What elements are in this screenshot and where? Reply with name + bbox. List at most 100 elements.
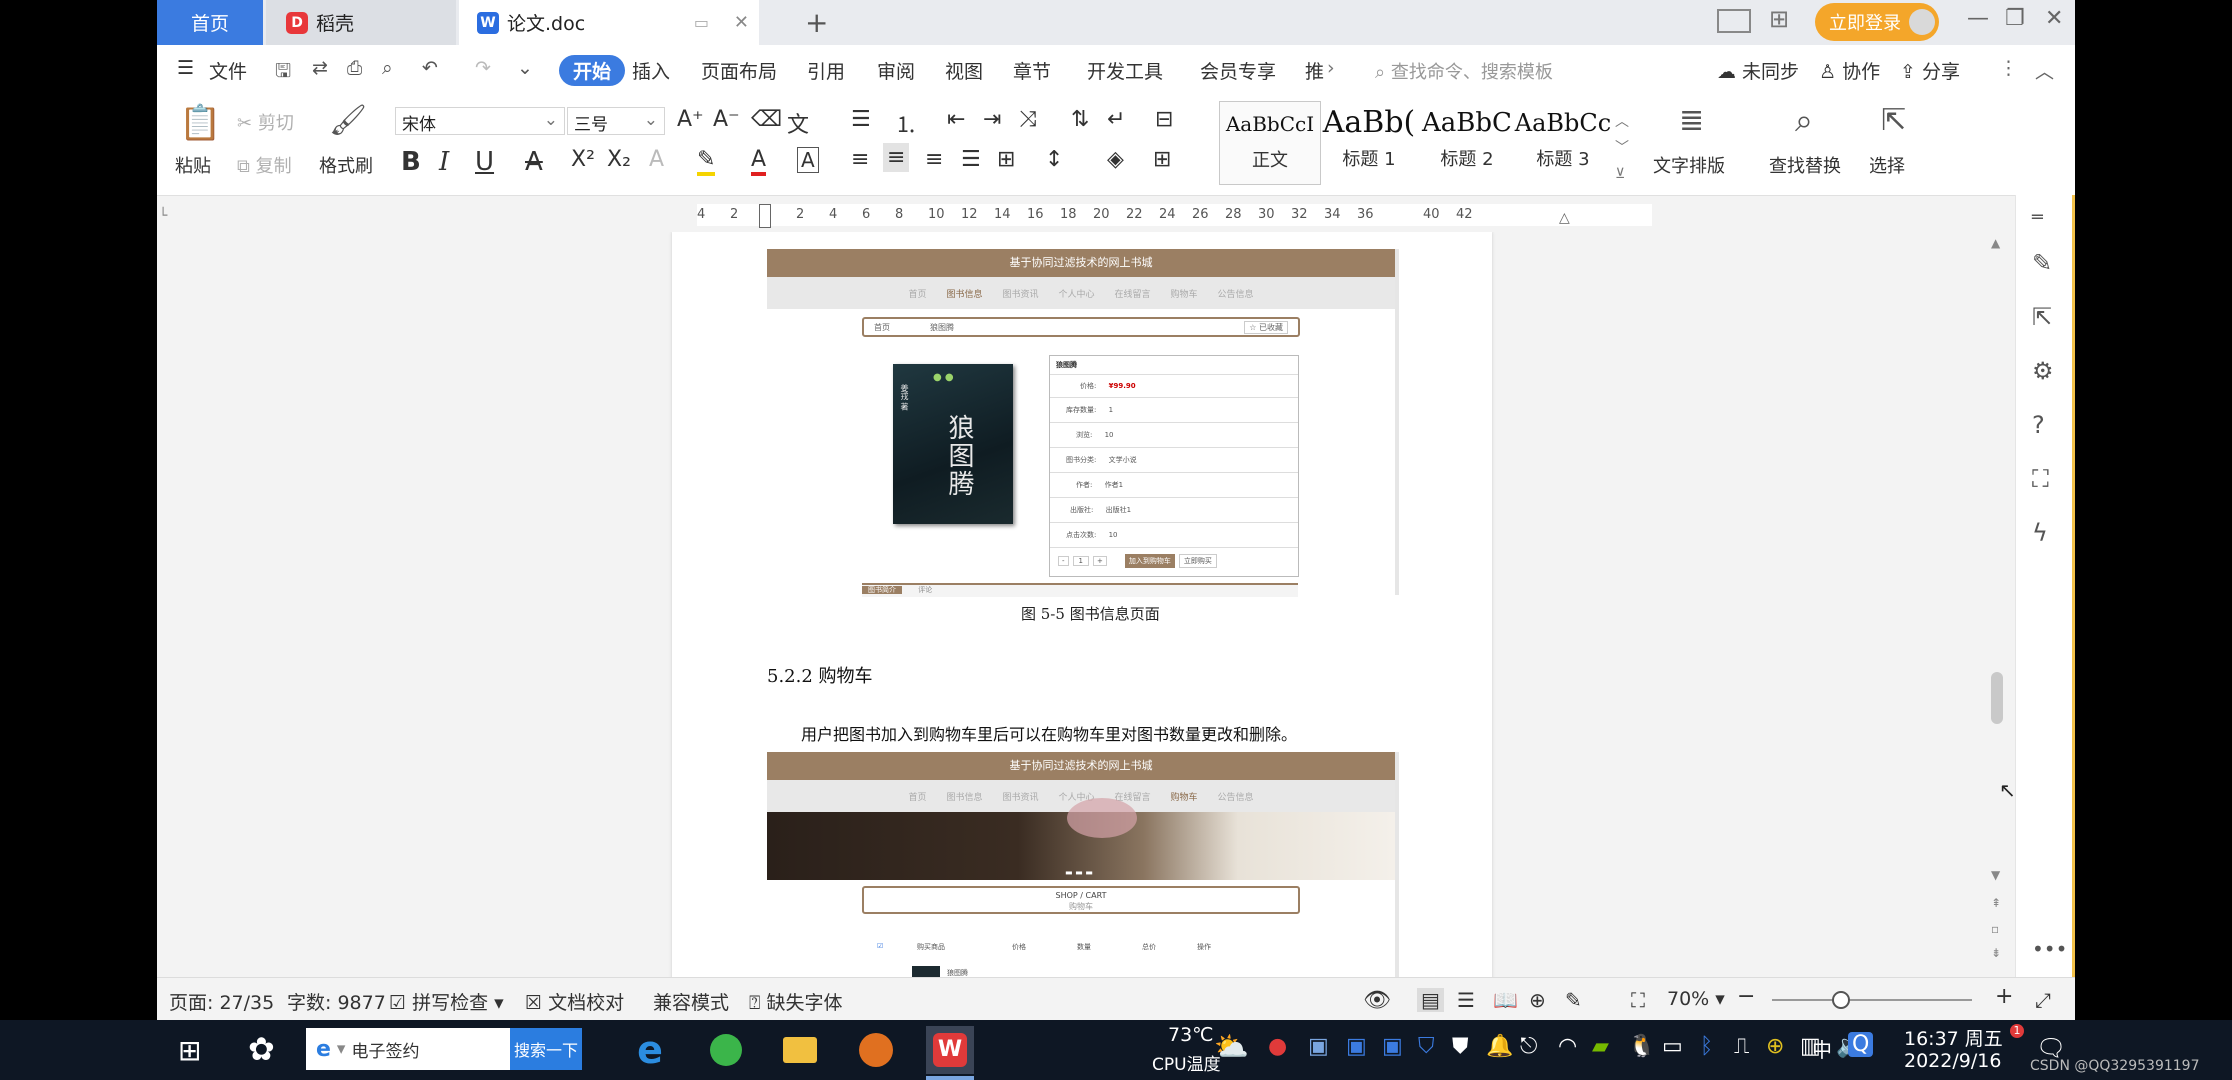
ruler-strip[interactable]: 4 2 2 4 6 8 10 12 14 16 18 20 22 24 26 2… — [697, 204, 1652, 228]
shading-icon[interactable]: ◈ — [1107, 147, 1124, 172]
paste-icon[interactable]: 📋 — [179, 103, 221, 143]
menu-file[interactable]: 文件 — [209, 57, 247, 84]
indent-marker[interactable] — [759, 204, 771, 228]
bell-icon[interactable]: 🔔 — [1486, 1034, 1513, 1059]
page-count[interactable]: 页面: 27/35 — [169, 988, 274, 1015]
clock-date[interactable]: 2022/9/16 — [1904, 1050, 2001, 1072]
clear-format-icon[interactable]: ⌫ — [751, 107, 782, 132]
justify-icon[interactable]: ☰ — [961, 147, 981, 172]
panel-collapse-icon[interactable]: ═ — [2032, 207, 2043, 228]
page-view-icon[interactable]: ▤ — [1417, 988, 1444, 1012]
help-icon[interactable]: ? — [2032, 411, 2045, 439]
ie-browser-icon[interactable]: e — [626, 1026, 674, 1074]
format-painter-button[interactable]: 格式刷 — [319, 152, 373, 178]
adjust-icon[interactable]: ⚙ — [2032, 357, 2054, 385]
taskbar-search-input[interactable]: e ▾ 电子签约 — [306, 1028, 510, 1070]
align-left-icon[interactable]: ≡ — [851, 147, 869, 172]
pen-icon[interactable]: ✎ — [2032, 249, 2052, 277]
menu-more[interactable]: 推 — [1305, 57, 1324, 84]
paste-button[interactable]: 粘贴 — [175, 152, 211, 178]
apps-grid-icon[interactable]: ⊞ — [1769, 5, 1789, 33]
phonetic-icon[interactable]: 文 — [787, 107, 809, 139]
fit-page-icon[interactable]: ⛶ — [1631, 988, 1645, 1012]
increase-indent-icon[interactable]: ⇥ — [983, 107, 1001, 132]
tab-document[interactable]: W 论文.doc ▭ ✕ — [459, 0, 759, 45]
font-family-select[interactable]: 宋体 ⌄ — [395, 107, 565, 135]
sort-icon[interactable]: ⇅ — [1071, 107, 1089, 132]
scroll-up-icon[interactable]: ▲ — [1991, 236, 2000, 250]
pointer-icon[interactable]: ⇱ — [2032, 303, 2052, 331]
shrink-font-icon[interactable]: A⁻ — [713, 107, 740, 132]
vertical-scrollbar[interactable]: ▭ ▲ ▼ ⇞ ▫ ⇟ — [1987, 232, 2007, 977]
shield-icon[interactable]: ⛉ — [1418, 1034, 1435, 1059]
underline-icon[interactable]: U — [475, 147, 494, 177]
tab-daoke[interactable]: D 稻壳 — [266, 0, 456, 45]
menu-chapter[interactable]: 章节 — [1013, 57, 1051, 84]
menu-layout[interactable]: 页面布局 — [701, 57, 777, 84]
superscript-icon[interactable]: X² — [571, 147, 595, 172]
format-painter-icon[interactable]: 🖌 — [329, 103, 367, 138]
share-button[interactable]: ⇪ 分享 — [1900, 57, 1960, 84]
missing-font-button[interactable]: ⍰ 缺失字体 — [749, 988, 842, 1015]
style-heading-3[interactable]: AaBbCc 标题 3 — [1513, 101, 1613, 183]
grow-font-icon[interactable]: A⁺ — [677, 107, 704, 132]
zoom-out-icon[interactable]: − — [1737, 984, 1755, 1009]
next-page-icon[interactable]: ⇟ — [1991, 946, 2001, 960]
360-browser-icon[interactable] — [702, 1026, 750, 1074]
restore-icon[interactable]: ❐ — [2005, 6, 2025, 31]
qq-browser-icon[interactable]: Q — [1848, 1032, 1874, 1057]
document-page[interactable]: 基于协同过滤技术的网上书城 首页 图书信息 图书资讯 个人中心 在线留言 购物车… — [672, 232, 1492, 977]
hamburger-icon[interactable]: ☰ — [177, 57, 194, 79]
zoom-slider[interactable] — [1772, 991, 1972, 1009]
menu-start[interactable]: 开始 — [559, 55, 626, 86]
style-normal[interactable]: AaBbCcI 正文 — [1219, 101, 1321, 185]
eye-protection-icon[interactable]: 👁 — [1363, 988, 1391, 1013]
lock-icon[interactable]: ⛊ — [1452, 1034, 1469, 1059]
login-button[interactable]: 立即登录 — [1815, 3, 1939, 41]
menu-review[interactable]: 审阅 — [877, 57, 915, 84]
new-tab-icon[interactable]: + — [805, 6, 828, 39]
print-icon[interactable]: ⎙ — [347, 57, 362, 79]
usb-icon[interactable]: ⎍ — [1734, 1034, 1749, 1059]
bold-icon[interactable]: B — [401, 147, 421, 177]
collab-button[interactable]: ♙ 协作 — [1819, 57, 1880, 84]
monitor-icon[interactable]: ▭ — [694, 13, 709, 32]
file-explorer-icon[interactable] — [776, 1026, 824, 1074]
preview-icon[interactable]: ⌕ — [382, 57, 393, 79]
ime-label[interactable]: 中 — [1812, 1034, 1832, 1063]
fullscreen-icon[interactable]: ⤢ — [2035, 988, 2051, 1012]
save-icon[interactable]: 🖫 — [275, 57, 291, 89]
reading-view-icon[interactable]: 📖 — [1493, 988, 1518, 1012]
export-icon[interactable]: ⇄ — [312, 57, 328, 79]
tray-plus-icon[interactable]: ⊕ — [1766, 1034, 1784, 1059]
decrease-indent-icon[interactable]: ⇤ — [947, 107, 965, 132]
tray-app-icon[interactable]: ▣ — [1308, 1034, 1329, 1059]
document-area[interactable]: 基于协同过滤技术的网上书城 首页 图书信息 图书资讯 个人中心 在线留言 购物车… — [157, 232, 2075, 977]
wifi-icon[interactable]: ◠ — [1558, 1034, 1577, 1059]
cut-button[interactable]: ✂ 剪切 — [237, 109, 294, 135]
tab-home[interactable]: 首页 — [157, 0, 263, 45]
zoom-slider-handle[interactable] — [1832, 991, 1850, 1009]
outline-view-icon[interactable]: ☰ — [1457, 988, 1475, 1012]
app-tray-icon[interactable]: ⎋ — [1520, 1034, 1537, 1059]
tray-app-icon[interactable]: ▣ — [1382, 1034, 1403, 1059]
bluetooth-icon[interactable]: ᛒ — [1700, 1034, 1713, 1059]
undo-icon[interactable]: ↶ — [422, 57, 438, 79]
line-break-icon[interactable]: ↵ — [1107, 107, 1125, 132]
scroll-thumb[interactable] — [1991, 672, 2003, 724]
align-right-icon[interactable]: ≡ — [925, 147, 943, 172]
layout-icon[interactable] — [1717, 9, 1751, 33]
quick-access-dropdown-icon[interactable]: ⌄ — [517, 57, 533, 79]
style-heading-1[interactable]: AaBb( 标题 1 — [1319, 101, 1419, 183]
command-search[interactable]: ⌕ 查找命令、搜索模板 — [1375, 58, 1553, 84]
text-effect-icon[interactable]: A — [649, 147, 664, 172]
menu-devtools[interactable]: 开发工具 — [1087, 57, 1163, 84]
italic-icon[interactable]: I — [439, 147, 449, 177]
distribute-icon[interactable]: ⊞ — [997, 147, 1015, 172]
qq-icon[interactable]: 🐧 — [1628, 1034, 1655, 1059]
spell-check-button[interactable]: ☑ 拼写检查 ▾ — [389, 988, 504, 1015]
text-direction-icon[interactable]: ⤨ — [1019, 107, 1037, 132]
close-window-icon[interactable]: ✕ — [2045, 6, 2063, 31]
game-app-icon[interactable] — [852, 1026, 900, 1074]
write-mode-icon[interactable]: ✎ — [1565, 988, 1582, 1012]
